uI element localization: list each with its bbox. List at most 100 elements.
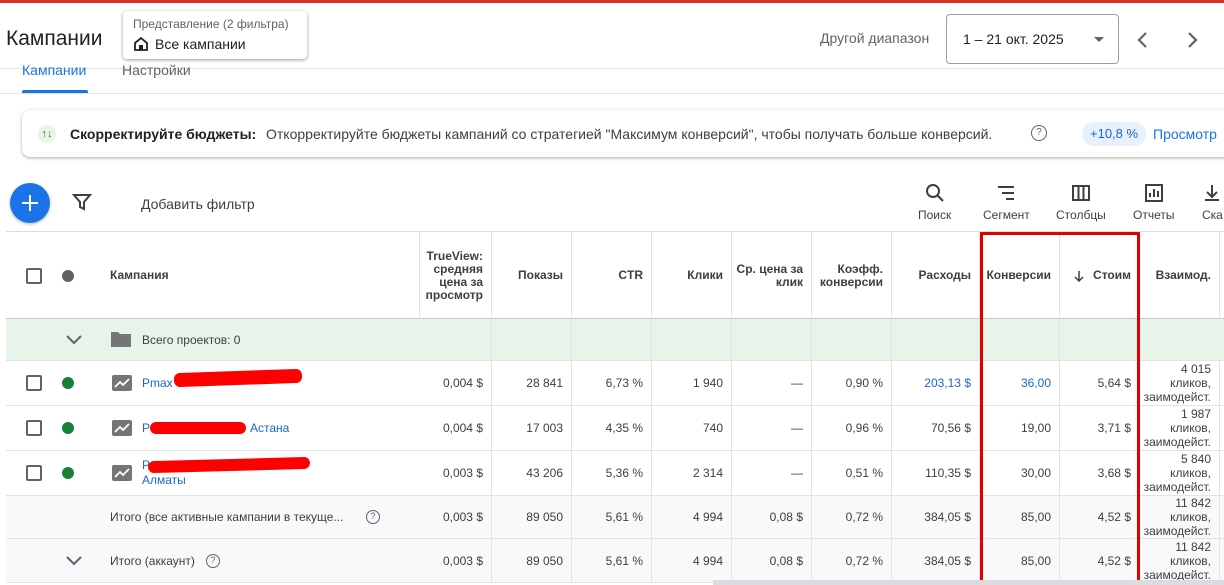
segment-icon (998, 186, 1015, 200)
status-active-icon (62, 467, 74, 479)
header-conversions[interactable]: Конверсии (980, 232, 1060, 319)
header-conv-rate[interactable]: Коэфф. конверсии (812, 232, 892, 319)
columns-tool[interactable]: Столбцы (1056, 183, 1106, 222)
table-toolbar: Добавить фильтр Поиск Сегмент Столбцы От… (0, 175, 1224, 231)
date-range-label: Другой диапазон (820, 30, 930, 46)
download-tool-label: Ска (1202, 208, 1223, 222)
table-row[interactable]: Р Алматы 0,003 $ 43 206 5,36 % 2 314 — 0… (6, 451, 1224, 496)
filter-icon[interactable] (72, 193, 92, 211)
cell-impressions: 89 050 (492, 539, 572, 582)
cell-conv-rate: 0,90 % (812, 361, 892, 405)
campaign-name[interactable]: Pmax (142, 376, 173, 390)
chevron-left-icon[interactable] (1131, 28, 1155, 52)
redaction-mark (147, 456, 311, 474)
cell-avg-cpc: — (732, 406, 812, 450)
header-interactions[interactable]: Взаимод. (1140, 232, 1220, 319)
cell-cost[interactable]: 203,13 $ (892, 361, 980, 405)
performance-max-icon (112, 465, 132, 481)
date-range-picker[interactable]: 1 – 21 окт. 2025 (946, 14, 1119, 64)
recommendation-title: Скорректируйте бюджеты: (70, 126, 257, 142)
cell-conversions[interactable]: 36,00 (980, 361, 1060, 405)
segment-tool[interactable]: Сегмент (983, 183, 1030, 222)
help-icon[interactable]: ? (206, 554, 220, 568)
cell-conversions: 19,00 (980, 406, 1060, 450)
chevron-down-icon[interactable] (64, 333, 84, 347)
group-cell (492, 319, 572, 360)
tab-settings[interactable]: Настройки (122, 62, 191, 78)
status-active-icon (62, 422, 74, 434)
cell-cost-per-conv: 3,68 $ (1060, 451, 1140, 495)
totals-row: Итого (аккаунт) ? 0,003 $ 89 050 5,61 % … (6, 539, 1224, 583)
campaigns-table: Кампания TrueView: средняя цена за просм… (6, 231, 1224, 585)
campaign-name-suffix[interactable]: Астана (250, 421, 289, 435)
header-ctr[interactable]: CTR (572, 232, 652, 319)
cell-impressions: 17 003 (492, 406, 572, 450)
cell-ctr: 6,73 % (572, 361, 652, 405)
cell-conv-rate: 0,72 % (812, 539, 892, 582)
table-row[interactable]: Р Астана 0,004 $ 17 003 4,35 % 740 — 0,9… (6, 406, 1224, 451)
cell-cost: 384,05 $ (892, 539, 980, 582)
view-selector[interactable]: Представление (2 фильтра) Все кампании (123, 11, 307, 59)
header-campaign[interactable]: Кампания (100, 232, 420, 319)
cell-clicks: 4 994 (652, 496, 732, 538)
top-bar: Кампании Представление (2 фильтра) Все к… (0, 3, 1224, 69)
cell-interactions: 11 842 кликов, заимодейст. (1140, 539, 1220, 582)
redaction-mark (173, 368, 303, 388)
group-cell (572, 319, 652, 360)
status-column-icon (62, 270, 74, 282)
help-icon[interactable]: ? (1031, 125, 1047, 141)
header-avg-cpc[interactable]: Ср. цена за клик (732, 232, 812, 319)
view-name: Все кампании (133, 36, 297, 52)
totals-label: Итого (аккаунт) (110, 554, 195, 568)
row-checkbox[interactable] (26, 420, 42, 436)
cell-conv-rate: 0,72 % (812, 496, 892, 538)
view-recommendation-link[interactable]: Просмотр (1153, 126, 1217, 142)
chevron-right-icon[interactable] (1180, 28, 1204, 52)
cell-interactions: 1 987 кликов, заимодейст. (1140, 406, 1220, 450)
cell-conversions: 85,00 (980, 496, 1060, 538)
cell-impressions: 28 841 (492, 361, 572, 405)
campaign-name-suffix[interactable]: Алматы (142, 473, 186, 487)
group-row: Всего проектов: 0 (6, 319, 1224, 361)
chevron-down-icon[interactable] (64, 554, 84, 568)
home-icon (134, 36, 148, 51)
header-impressions[interactable]: Показы (492, 232, 572, 319)
cell-avg-cpc: — (732, 361, 812, 405)
cell-ctr: 5,61 % (572, 496, 652, 538)
tab-campaigns[interactable]: Кампании (22, 62, 86, 78)
reports-tool[interactable]: Отчеты (1133, 183, 1174, 222)
cell-cost-per-conv: 3,71 $ (1060, 406, 1140, 450)
header-clicks[interactable]: Клики (652, 232, 732, 319)
view-name-label: Все кампании (155, 36, 246, 52)
table-row[interactable]: Pmax 0,004 $ 28 841 6,73 % 1 940 — 0,90 … (6, 361, 1224, 406)
cell-cost-per-conv: 4,52 $ (1060, 496, 1140, 538)
cell-conversions: 30,00 (980, 451, 1060, 495)
row-checkbox[interactable] (26, 375, 42, 391)
cell-interactions: 11 842 кликов, заимодейст. (1140, 496, 1220, 538)
status-active-icon (62, 377, 74, 389)
cell-cost-per-conv: 5,64 $ (1060, 361, 1140, 405)
header-cost-per-conv[interactable]: Стоим (1060, 232, 1140, 319)
row-checkbox[interactable] (26, 465, 42, 481)
cell-trueview: 0,004 $ (420, 406, 492, 450)
add-campaign-button[interactable] (10, 183, 50, 223)
header-trueview[interactable]: TrueView: средняя цена за просмотр (420, 232, 492, 319)
cell-ctr: 5,36 % (572, 451, 652, 495)
cell-cost: 70,56 $ (892, 406, 980, 450)
cell-clicks: 740 (652, 406, 732, 450)
header-cost[interactable]: Расходы (892, 232, 980, 319)
folder-icon (111, 332, 131, 347)
cell-cost: 110,35 $ (892, 451, 980, 495)
help-icon[interactable]: ? (366, 510, 380, 524)
horizontal-scrollbar[interactable] (713, 580, 1224, 585)
cell-interactions: 4 015 кликов, заимодейст. (1140, 361, 1220, 405)
add-filter-button[interactable]: Добавить фильтр (141, 196, 255, 212)
segment-tool-label: Сегмент (983, 208, 1030, 222)
search-tool[interactable]: Поиск (918, 183, 951, 222)
cell-avg-cpc: 0,08 $ (732, 496, 812, 538)
select-all-checkbox[interactable] (26, 268, 42, 284)
active-tab-indicator (22, 90, 88, 93)
columns-icon (1071, 185, 1090, 201)
campaign-name[interactable]: Р (142, 421, 150, 435)
download-tool[interactable]: Ска (1202, 183, 1223, 222)
